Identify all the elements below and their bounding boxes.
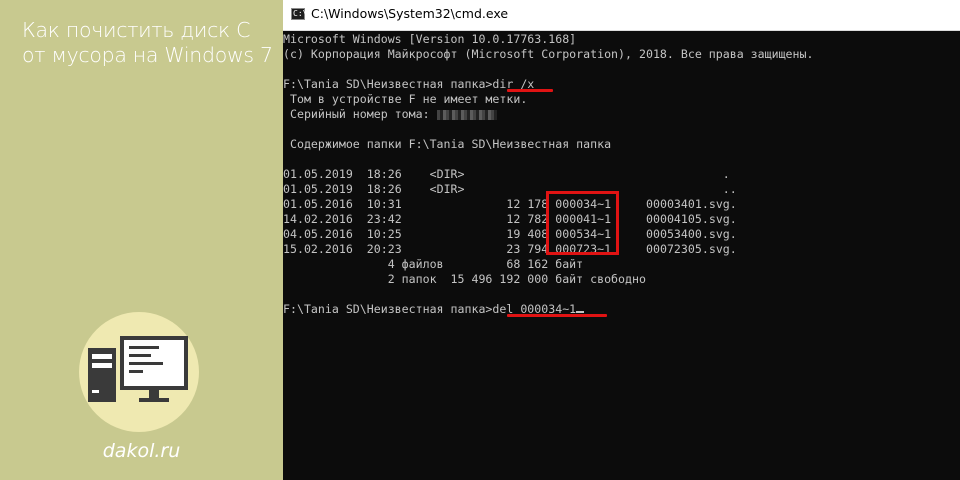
- row-date: 04.05.2016: [283, 227, 353, 241]
- row-dir: <DIR>: [429, 182, 465, 196]
- row-size: 23 794: [506, 242, 549, 256]
- copyright-line: (c) Корпорация Майкрософт (Microsoft Cor…: [283, 47, 814, 61]
- cmd-icon-glyph: C:\: [293, 9, 308, 18]
- row-size: 12 782: [506, 212, 549, 226]
- cmd-icon[interactable]: C:\: [291, 8, 308, 20]
- table-row: 04.05.2016 10:25 19 408 000534~1 0005340…: [283, 227, 737, 242]
- site-logo: [79, 312, 199, 432]
- table-row: 01.05.2019 18:26 <DIR> .: [283, 167, 730, 182]
- cmd-window[interactable]: C:\ C:\Windows\System32\cmd.exe Microsof…: [283, 0, 960, 480]
- text-cursor: [576, 311, 585, 313]
- row-name: 00053400.svg.: [646, 227, 737, 241]
- row-name: .: [722, 167, 730, 181]
- highlight-underline-del: [507, 314, 607, 317]
- row-name: 00004105.svg.: [646, 212, 737, 226]
- row-name: 00072305.svg.: [646, 242, 737, 256]
- row-dir: <DIR>: [429, 167, 465, 181]
- volume-label-line: Том в устройстве F не имеет метки.: [283, 92, 528, 106]
- serial-blurred: [436, 109, 497, 120]
- serial-line: Серийный номер тома:: [283, 107, 497, 122]
- folder-contents-line: Содержимое папки F:\Tania SD\Неизвестная…: [283, 137, 612, 151]
- table-row: 15.02.2016 20:23 23 794 000723~1 0007230…: [283, 242, 737, 257]
- article-sidebar: Как почистить диск С от мусора на Window…: [0, 0, 283, 480]
- row-time: 10:31: [366, 197, 402, 211]
- console-output[interactable]: Microsoft Windows [Version 10.0.17763.16…: [283, 30, 960, 480]
- version-line: Microsoft Windows [Version 10.0.17763.16…: [283, 32, 577, 46]
- row-size: 12 178: [506, 197, 549, 211]
- row-date: 15.02.2016: [283, 242, 353, 256]
- highlight-underline-dir: [507, 89, 553, 92]
- row-name: ..: [722, 182, 737, 196]
- row-time: 10:25: [366, 227, 402, 241]
- summary-files-line: 4 файлов 68 162 байт: [283, 257, 584, 271]
- row-date: 14.02.2016: [283, 212, 353, 226]
- row-date: 01.05.2019: [283, 167, 353, 181]
- highlight-box-short-names: [546, 191, 619, 255]
- row-date: 01.05.2016: [283, 197, 353, 211]
- row-name: 00003401.svg.: [646, 197, 737, 211]
- window-title: C:\Windows\System32\cmd.exe: [311, 6, 509, 21]
- prompt-line-1: F:\Tania SD\Неизвестная папка>dir /x: [283, 77, 534, 92]
- prompt-path: F:\Tania SD\Неизвестная папка>: [283, 302, 493, 316]
- window-titlebar[interactable]: C:\ C:\Windows\System32\cmd.exe: [283, 0, 960, 31]
- serial-label: Серийный номер тома:: [283, 107, 437, 121]
- table-row: 01.05.2019 18:26 <DIR> ..: [283, 182, 737, 197]
- row-date: 01.05.2019: [283, 182, 353, 196]
- row-time: 18:26: [366, 182, 402, 196]
- summary-dirs-line: 2 папок 15 496 192 000 байт свободно: [283, 272, 646, 286]
- table-row: 14.02.2016 23:42 12 782 000041~1 0000410…: [283, 212, 737, 227]
- row-size: 19 408: [506, 227, 549, 241]
- row-time: 20:23: [366, 242, 402, 256]
- row-time: 18:26: [366, 167, 402, 181]
- site-name[interactable]: dakol.ru: [0, 440, 283, 462]
- article-title: Как почистить диск С от мусора на Window…: [22, 18, 273, 67]
- table-row: 01.05.2016 10:31 12 178 000034~1 0000340…: [283, 197, 737, 212]
- computer-icon: [88, 336, 188, 402]
- prompt-path: F:\Tania SD\Неизвестная папка>: [283, 77, 493, 91]
- row-time: 23:42: [366, 212, 402, 226]
